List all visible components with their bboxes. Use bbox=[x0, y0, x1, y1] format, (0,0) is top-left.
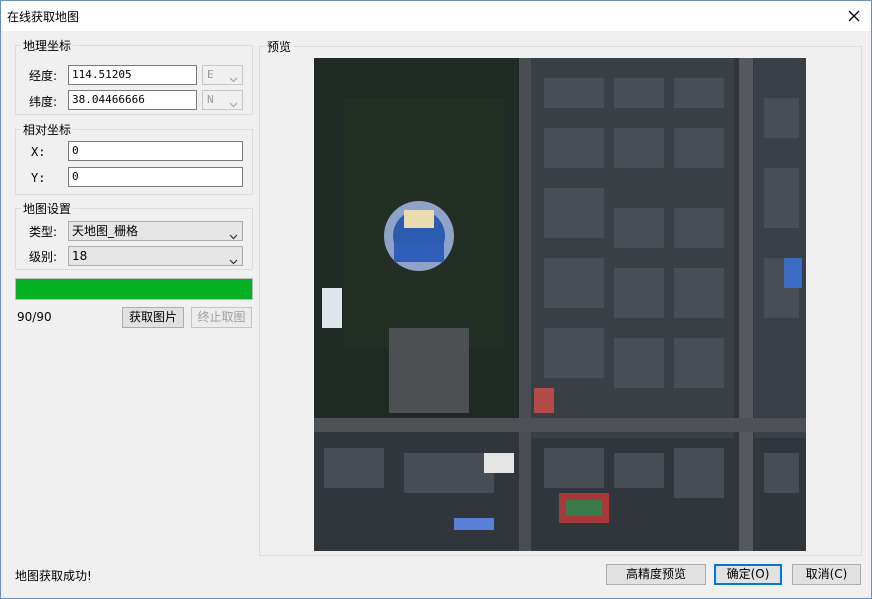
ok-button[interactable]: 确定(O) bbox=[714, 564, 782, 585]
map-level-value: 18 bbox=[72, 249, 88, 263]
dialog-window: 在线获取地图 地理坐标 经度: 114.51205 E 纬度: 38.04466… bbox=[0, 0, 872, 599]
chevron-down-icon bbox=[229, 71, 238, 89]
cancel-button[interactable]: 取消(C) bbox=[792, 564, 861, 585]
status-text: 地图获取成功! bbox=[15, 569, 92, 583]
map-settings-title: 地图设置 bbox=[21, 200, 74, 217]
satellite-map-image bbox=[314, 58, 806, 551]
latitude-direction-select[interactable]: N bbox=[202, 90, 243, 110]
latitude-input[interactable]: 38.04466666 bbox=[68, 90, 197, 110]
satellite-map-graphic bbox=[314, 58, 806, 551]
hd-preview-button[interactable]: 高精度预览 bbox=[606, 564, 706, 585]
progress-count: 90/90 bbox=[17, 310, 52, 324]
map-level-label: 级别: bbox=[29, 250, 58, 264]
close-icon[interactable] bbox=[843, 5, 865, 27]
x-label: X: bbox=[31, 145, 46, 159]
progress-fill bbox=[16, 279, 252, 299]
y-label: Y: bbox=[31, 171, 46, 185]
longitude-input[interactable]: 114.51205 bbox=[68, 65, 197, 85]
longitude-direction-select[interactable]: E bbox=[202, 65, 243, 85]
stop-fetch-button[interactable]: 终止取图 bbox=[191, 307, 252, 328]
y-input[interactable]: 0 bbox=[68, 167, 243, 187]
map-level-select[interactable]: 18 bbox=[68, 246, 243, 266]
x-input[interactable]: 0 bbox=[68, 141, 243, 161]
chevron-down-icon bbox=[229, 96, 238, 114]
window-title: 在线获取地图 bbox=[7, 10, 80, 24]
longitude-direction-value: E bbox=[207, 68, 214, 81]
geo-coordinates-title: 地理坐标 bbox=[21, 37, 74, 54]
preview-title: 预览 bbox=[265, 38, 294, 55]
map-type-value: 天地图_栅格 bbox=[72, 224, 139, 238]
progress-bar bbox=[15, 278, 253, 300]
chevron-down-icon bbox=[229, 252, 238, 270]
latitude-direction-value: N bbox=[207, 93, 214, 106]
chevron-down-icon bbox=[229, 227, 238, 245]
relative-coordinates-title: 相对坐标 bbox=[21, 121, 74, 138]
map-type-select[interactable]: 天地图_栅格 bbox=[68, 221, 243, 241]
latitude-label: 纬度: bbox=[29, 95, 58, 109]
title-bar: 在线获取地图 bbox=[1, 1, 871, 31]
map-type-label: 类型: bbox=[29, 225, 58, 239]
fetch-image-button[interactable]: 获取图片 bbox=[122, 307, 184, 328]
longitude-label: 经度: bbox=[29, 69, 58, 83]
